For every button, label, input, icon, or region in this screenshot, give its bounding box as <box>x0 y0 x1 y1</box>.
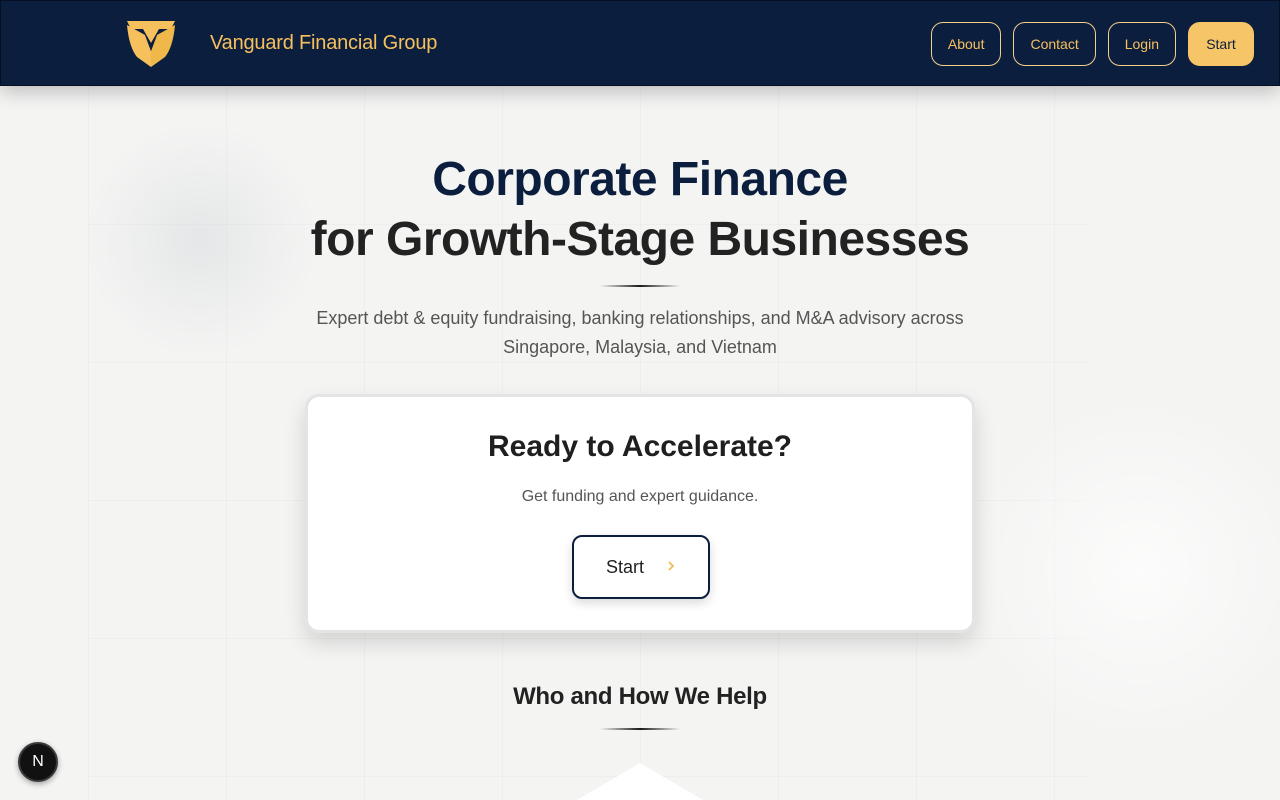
login-button[interactable]: Login <box>1107 22 1176 66</box>
cta-card: Ready to Accelerate? Get funding and exp… <box>305 394 975 633</box>
contact-button[interactable]: Contact <box>1013 22 1096 66</box>
chevron-right-icon <box>666 559 676 575</box>
about-button[interactable]: About <box>930 22 1002 66</box>
vanguard-logo-icon[interactable] <box>125 17 177 69</box>
brand-name[interactable]: Vanguard Financial Group <box>210 32 437 55</box>
header-nav: About Contact Login Start <box>930 22 1254 66</box>
cta-start-button[interactable]: Start <box>572 535 710 599</box>
dev-tools-badge[interactable]: N <box>18 742 58 782</box>
top-navbar: Vanguard Financial Group About Contact L… <box>0 0 1280 86</box>
hero-subtitle-line2: Singapore, Malaysia, and Vietnam <box>503 337 777 357</box>
section-title: Who and How We Help <box>513 683 767 710</box>
cta-title: Ready to Accelerate? <box>487 430 792 463</box>
section-divider <box>600 728 680 730</box>
cta-subtitle: Get funding and expert guidance. <box>521 488 759 505</box>
hero-divider <box>600 285 680 287</box>
hero-title-line2: for Growth-Stage Businesses <box>310 213 970 266</box>
cta-start-label: Start <box>605 556 644 577</box>
section-decoration-shape <box>577 763 703 800</box>
hero-subtitle-line1: Expert debt & equity fundraising, bankin… <box>316 308 964 328</box>
hero-subtitle: Expert debt & equity fundraising, bankin… <box>300 304 980 362</box>
start-button[interactable]: Start <box>1188 22 1254 66</box>
hero-title-line1: Corporate Finance <box>432 153 848 206</box>
